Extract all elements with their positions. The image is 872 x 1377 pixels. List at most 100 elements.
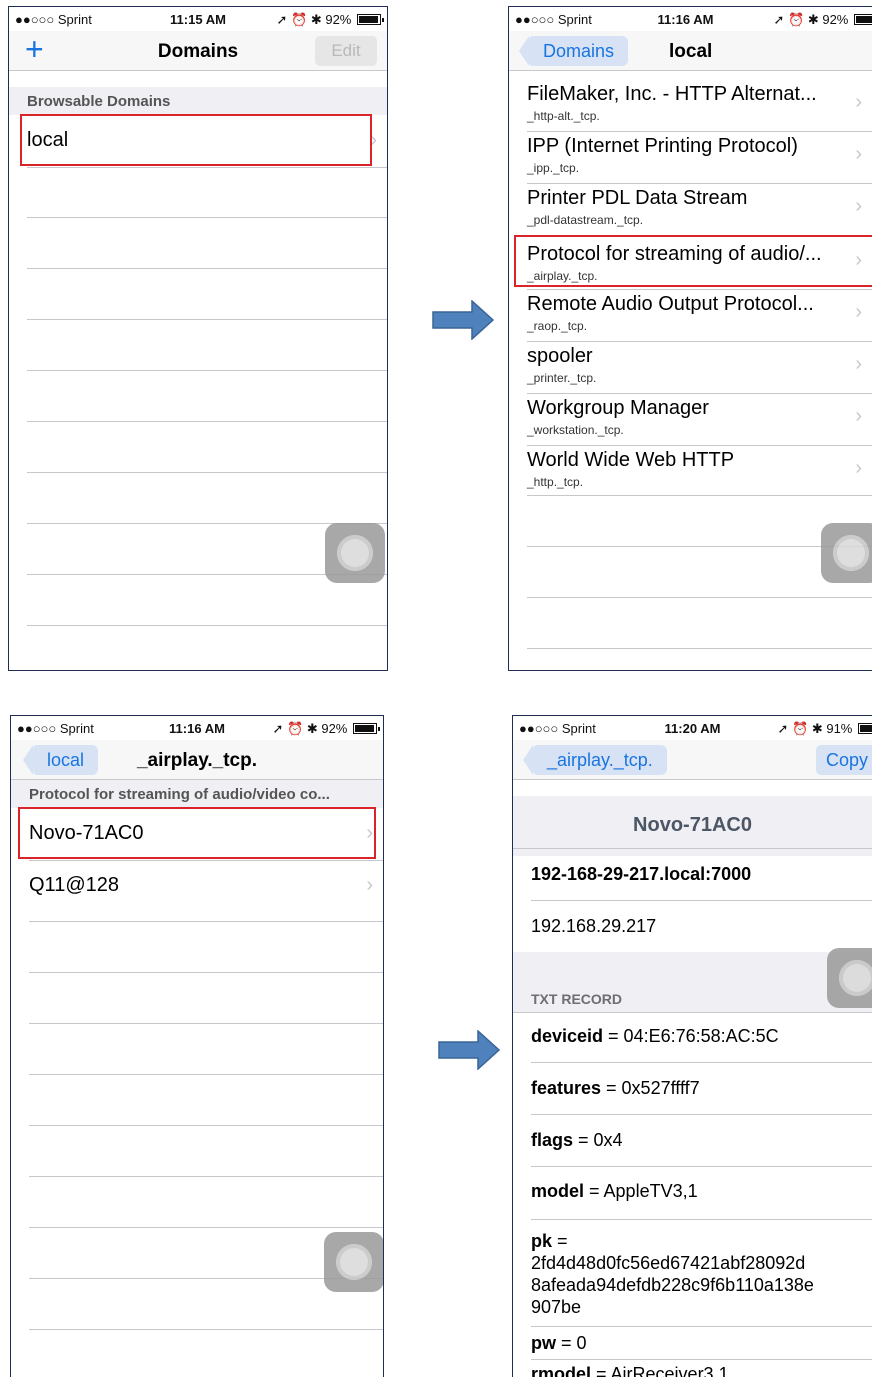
navigation-bar: local _airplay._tcp. [11, 740, 383, 780]
record-value: = 0 [556, 1333, 587, 1353]
record-value-line: 907be [531, 1297, 582, 1317]
assistive-touch-button[interactable] [325, 523, 385, 583]
navigation-bar: + Domains Edit [9, 31, 387, 71]
divider [531, 1166, 872, 1167]
device-name-header: Novo-71AC0 [513, 796, 872, 856]
list-item[interactable]: Workgroup Manager _workstation._tcp. › [509, 393, 872, 445]
divider [531, 900, 872, 901]
status-right: ➚ ⏰ ✱ 92% [272, 721, 380, 737]
battery-percent: 92% [822, 12, 849, 27]
divider [513, 1012, 872, 1013]
back-button[interactable]: _airplay._tcp. [523, 745, 667, 775]
selection-highlight [20, 114, 372, 166]
divider [531, 1326, 872, 1327]
chevron-right-icon: › [855, 353, 862, 375]
location-icon: ➚ [777, 721, 789, 736]
battery-percent: 92% [325, 12, 352, 27]
screen-services: ●●○○○ Sprint 11:16 AM ➚ ⏰ ✱ 92% Domains … [508, 6, 872, 671]
list-item[interactable]: IPP (Internet Printing Protocol) _ipp._t… [509, 131, 872, 183]
chevron-right-icon: › [855, 405, 862, 427]
record-value: = [552, 1231, 568, 1251]
record-value: = 04:E6:76:58:AC:5C [603, 1026, 779, 1046]
copy-button[interactable]: Copy [816, 745, 872, 775]
alarm-icon: ⏰ [287, 721, 304, 736]
battery-icon [854, 14, 872, 25]
assistive-touch-button[interactable] [827, 948, 872, 1008]
service-name: FileMaker, Inc. - HTTP Alternat... [527, 83, 817, 105]
record-key: deviceid [531, 1026, 604, 1046]
txt-record-row: flags = 0x4 [531, 1130, 623, 1151]
divider [531, 1114, 872, 1115]
service-type: _http-alt._tcp. [527, 109, 600, 123]
alarm-icon: ⏰ [792, 721, 809, 736]
status-right: ➚ ⏰ ✱ 92% [773, 12, 872, 28]
chevron-right-icon: › [366, 874, 373, 896]
list-item[interactable]: Remote Audio Output Protocol... _raop._t… [509, 289, 872, 341]
record-value: = AppleTV3,1 [584, 1181, 698, 1201]
location-icon: ➚ [272, 721, 284, 736]
txt-record-row: rmodel = AirReceiver3,1 [531, 1364, 729, 1377]
status-bar: ●●○○○ Sprint 11:15 AM ➚ ⏰ ✱ 92% [9, 7, 387, 31]
record-value-line: 2fd4d48d0fc56ed67421abf28092d [531, 1253, 806, 1273]
divider [531, 1359, 872, 1360]
record-key: pk [531, 1231, 553, 1251]
divider [527, 648, 872, 649]
list-item[interactable]: FileMaker, Inc. - HTTP Alternat... _http… [509, 79, 872, 131]
status-right: ➚ ⏰ ✱ 91% [777, 721, 872, 737]
txt-record-row: model = AppleTV3,1 [531, 1181, 698, 1202]
list-item[interactable]: Printer PDL Data Stream _pdl-datastream.… [509, 183, 872, 235]
divider [29, 1074, 383, 1075]
device-label: Q11@128 [29, 874, 119, 896]
arrow-right-icon [432, 300, 494, 340]
alarm-icon: ⏰ [291, 12, 308, 27]
service-type: _http._tcp. [527, 475, 584, 489]
service-name: spooler [527, 345, 593, 367]
navigation-bar: _airplay._tcp. Copy [513, 740, 872, 780]
divider [29, 1023, 383, 1024]
divider [29, 1329, 383, 1330]
divider [27, 370, 387, 371]
divider [27, 167, 387, 168]
record-key: flags [531, 1130, 574, 1150]
battery-percent: 92% [321, 721, 348, 736]
divider [27, 217, 387, 218]
service-name: IPP (Internet Printing Protocol) [527, 135, 798, 157]
txt-record-section: TXT RECORD [513, 952, 872, 1012]
record-value: = 0x527ffff7 [601, 1078, 700, 1098]
battery-icon [858, 723, 872, 734]
record-key: pw [531, 1333, 556, 1353]
record-value-line: 8afeada94defdb228c9f6b110a138e [531, 1275, 814, 1295]
back-button[interactable]: Domains [518, 36, 629, 66]
service-type: _workstation._tcp. [527, 423, 624, 437]
assistive-touch-button[interactable] [324, 1232, 383, 1292]
location-icon: ➚ [276, 12, 288, 27]
service-name: World Wide Web HTTP [527, 449, 735, 471]
assistive-touch-button[interactable] [821, 523, 872, 583]
chevron-right-icon: › [855, 143, 862, 165]
record-key: model [531, 1181, 585, 1201]
screen-airplay-devices: ●●○○○ Sprint 11:16 AM ➚ ⏰ ✱ 92% local _a… [10, 715, 384, 1377]
status-right: ➚ ⏰ ✱ 92% [276, 12, 384, 28]
divider [27, 268, 387, 269]
service-name: Remote Audio Output Protocol... [527, 293, 814, 315]
service-type: _printer._tcp. [527, 371, 597, 385]
txt-record-row: pw = 0 [531, 1333, 587, 1354]
chevron-right-icon: › [855, 457, 862, 479]
location-icon: ➚ [773, 12, 785, 27]
list-item[interactable]: spooler _printer._tcp. › [509, 341, 872, 393]
bluetooth-icon: ✱ [811, 721, 823, 736]
divider [29, 1227, 383, 1228]
divider [29, 1125, 383, 1126]
arrow-right-icon [438, 1030, 500, 1070]
edit-button[interactable]: Edit [315, 36, 377, 66]
txt-record-header: TXT RECORD [531, 991, 622, 1007]
txt-record-row: features = 0x527ffff7 [531, 1078, 700, 1099]
txt-record-row: pk = 2fd4d48d0fc56ed67421abf28092d 8afea… [531, 1230, 814, 1318]
list-item[interactable]: World Wide Web HTTP _http._tcp. › [509, 445, 872, 497]
status-bar: ●●○○○ Sprint 11:20 AM ➚ ⏰ ✱ 91% [513, 716, 872, 740]
record-key: features [531, 1078, 602, 1098]
list-item[interactable]: Q11@128 › [11, 860, 383, 912]
page-title: _airplay._tcp. [136, 750, 258, 771]
alarm-icon: ⏰ [788, 12, 805, 27]
battery-icon [357, 14, 384, 25]
